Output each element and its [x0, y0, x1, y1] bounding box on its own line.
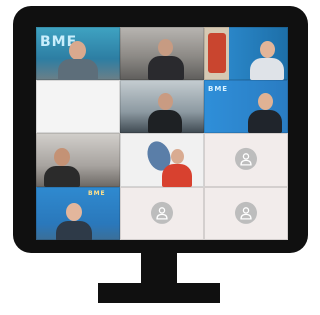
participant-tile[interactable]: [204, 133, 288, 187]
participant-tile[interactable]: [204, 27, 288, 80]
monitor-bezel: BME BME BME: [13, 6, 308, 253]
participant-tile[interactable]: [120, 187, 204, 240]
participant-tile[interactable]: [36, 80, 120, 133]
participant-tile[interactable]: BME: [36, 27, 120, 80]
participant-tile[interactable]: [120, 80, 204, 133]
video-call-screen: BME BME BME: [36, 27, 288, 240]
participant-video: [146, 36, 186, 80]
participant-video: [54, 201, 94, 240]
background-bottles: [208, 33, 226, 73]
participant-video: [146, 90, 184, 133]
participant-tile[interactable]: BME: [204, 80, 288, 133]
person-silhouette-icon: [240, 153, 252, 166]
event-logo: BME: [88, 190, 106, 197]
monitor-stand-neck: [141, 253, 177, 283]
participant-video: [246, 90, 284, 133]
avatar: [235, 147, 257, 170]
participant-tile[interactable]: [36, 133, 120, 187]
participant-video: [160, 147, 194, 187]
participant-tile[interactable]: [120, 133, 204, 187]
event-logo: BME: [208, 85, 229, 93]
participant-grid: BME BME BME: [36, 27, 288, 240]
participant-tile[interactable]: [120, 27, 204, 80]
person-silhouette-icon: [156, 206, 168, 220]
participant-video: [248, 39, 286, 80]
person-silhouette-icon: [240, 206, 252, 220]
avatar: [235, 201, 257, 224]
participant-video: [42, 145, 82, 187]
avatar: [151, 201, 173, 224]
participant-tile[interactable]: BME: [36, 187, 120, 240]
monitor-stand-base: [98, 283, 220, 303]
participant-video: [56, 39, 100, 80]
participant-tile[interactable]: [204, 187, 288, 240]
